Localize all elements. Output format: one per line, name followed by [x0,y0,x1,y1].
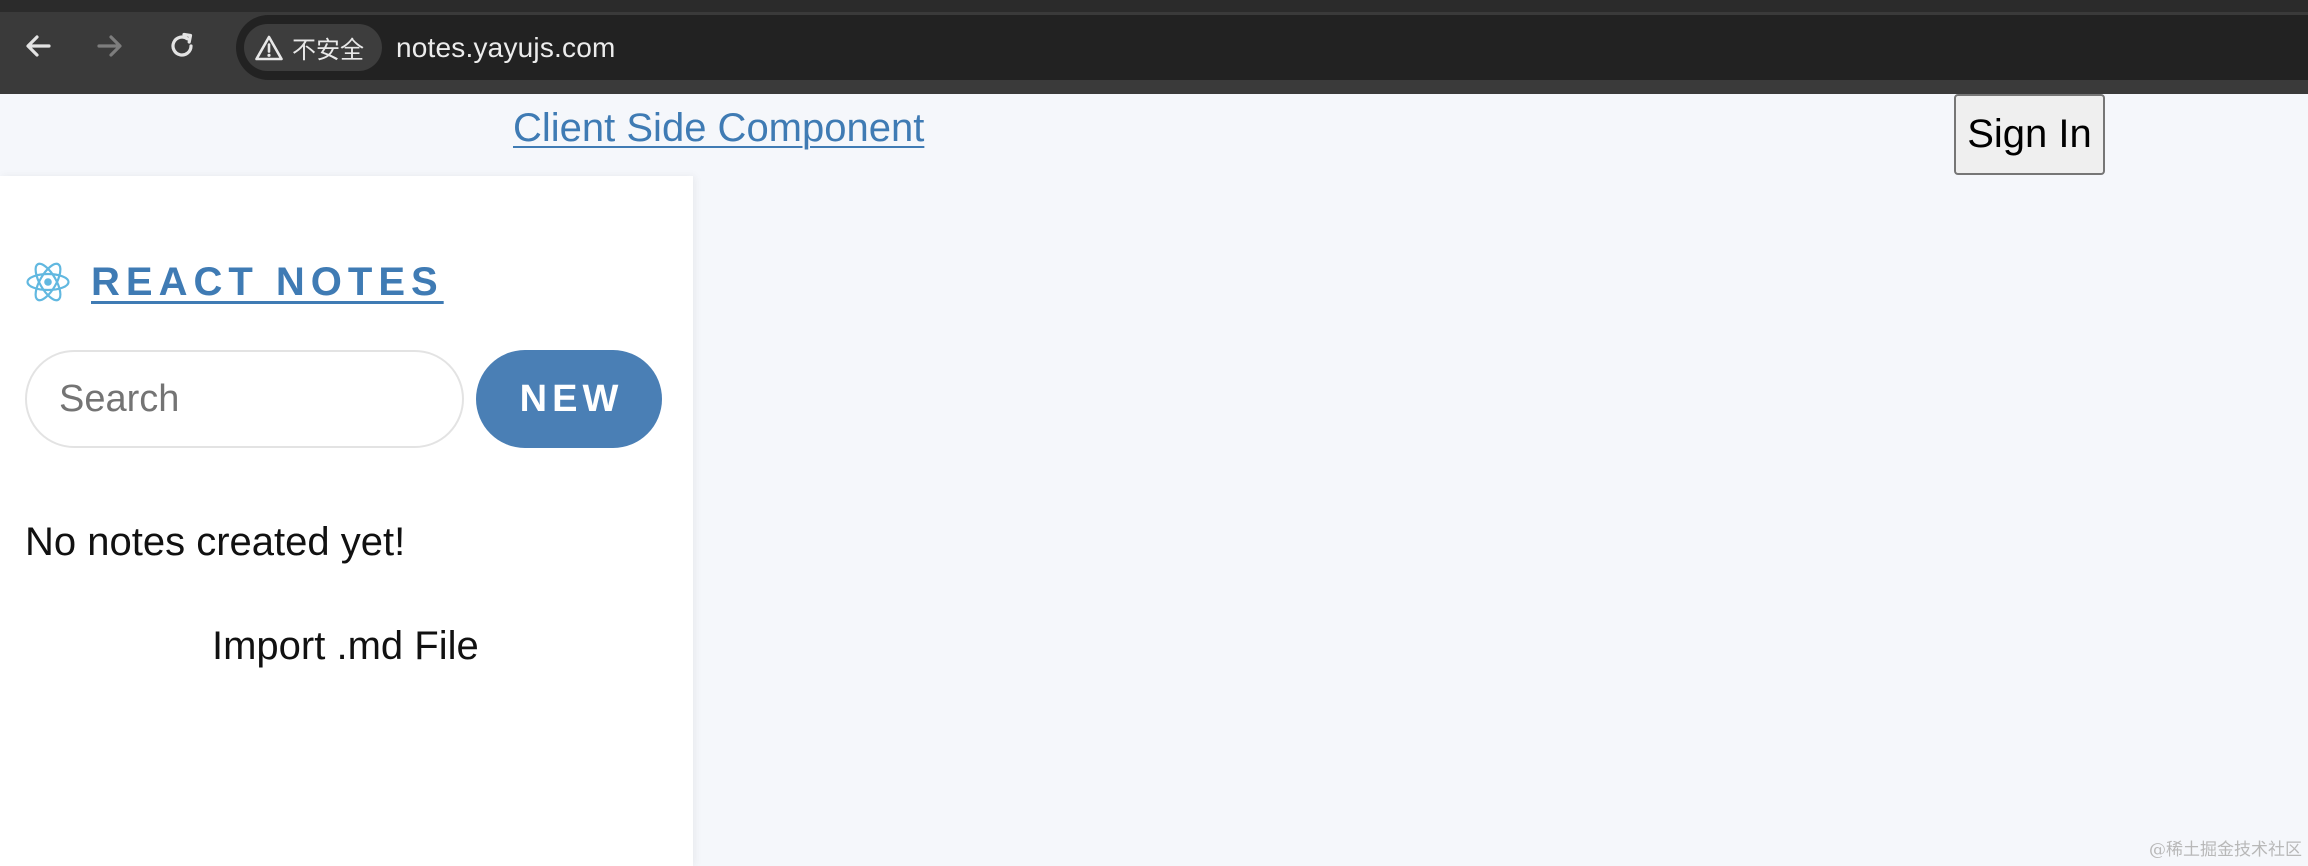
security-label: 不安全 [292,36,364,64]
brand-title: REACT NOTES [91,259,444,304]
reload-button[interactable] [158,22,206,70]
new-note-button[interactable]: NEW [476,350,662,448]
react-logo-icon [26,262,70,302]
arrow-left-icon [26,35,51,57]
back-button[interactable] [14,22,62,70]
empty-notes-message: No notes created yet! [25,520,406,564]
search-input[interactable] [25,350,464,448]
sidebar: REACT NOTES NEW No notes created yet! Im… [0,176,693,866]
address-bar[interactable]: 不安全 notes.yayujs.com [236,15,2308,80]
security-indicator[interactable]: 不安全 [244,24,382,71]
brand-link[interactable]: REACT NOTES [25,259,444,305]
browser-toolbar: 不安全 notes.yayujs.com [0,0,2308,94]
forward-button[interactable] [86,22,134,70]
import-md-file-button[interactable]: Import .md File [212,624,479,669]
page-content: Client Side Component Sign In REACT NOTE… [0,94,2308,866]
arrow-right-icon [97,35,122,57]
reload-icon [171,32,193,57]
url-text[interactable]: notes.yayujs.com [396,15,616,80]
client-side-component-link[interactable]: Client Side Component [513,106,924,151]
watermark: @稀土掘金技术社区 [2149,840,2302,860]
warning-triangle-icon [255,35,283,60]
sign-in-button[interactable]: Sign In [1954,94,2105,175]
tab-strip [0,0,2308,12]
